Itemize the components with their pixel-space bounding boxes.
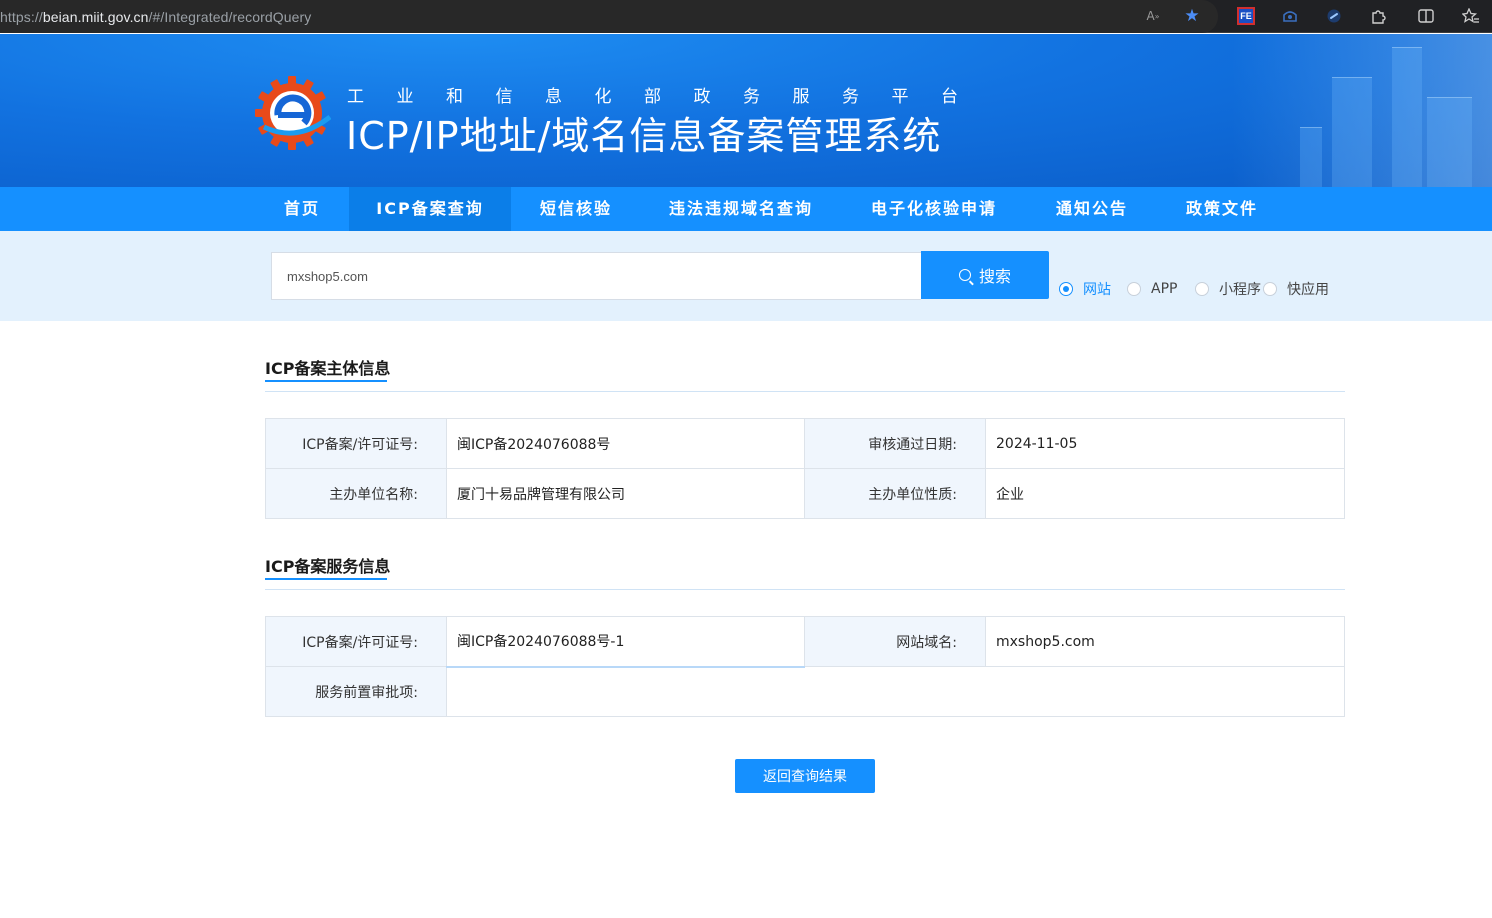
banner-building — [1392, 47, 1422, 187]
favorite-star-icon[interactable]: ★ — [1182, 6, 1202, 26]
organizer-name-label: 主办单位名称: — [265, 468, 447, 519]
service-section-title: ICP备案服务信息 — [265, 557, 391, 576]
split-screen-icon[interactable] — [1416, 6, 1436, 26]
radio-label: 网站 — [1083, 282, 1111, 298]
search-input[interactable] — [271, 252, 921, 300]
section-title-underline — [265, 380, 387, 382]
search-area: 搜索 网站 APP 小程序 快应用 — [0, 231, 1492, 321]
license-number-label: ICP备案/许可证号: — [265, 418, 447, 469]
section-title-underline — [265, 578, 387, 580]
pre-approval-items-label: 服务前置审批项: — [265, 666, 447, 717]
nav-item-home[interactable]: 首页 — [271, 187, 333, 231]
radio-label: 快应用 — [1287, 282, 1329, 298]
radio-label: APP — [1151, 281, 1178, 297]
banner-subtitle: 工业和信息化部政务服务平台 — [347, 87, 991, 107]
extensions-puzzle-icon[interactable] — [1368, 6, 1388, 26]
organizer-name-value: 厦门十易品牌管理有限公司 — [446, 468, 805, 519]
extension-icon[interactable] — [1280, 6, 1300, 26]
nav-item-announcements[interactable]: 通知公告 — [1043, 187, 1141, 231]
nav-item-sms-verify[interactable]: 短信核验 — [527, 187, 625, 231]
radio-dot — [1195, 282, 1209, 296]
service-info-table: ICP备案/许可证号: 闽ICP备2024076088号-1 网站域名: mxs… — [265, 616, 1345, 717]
radio-quick-app[interactable]: 快应用 — [1263, 279, 1329, 299]
banner-building — [1300, 127, 1322, 187]
section-divider — [265, 391, 1345, 392]
radio-dot — [1127, 282, 1141, 296]
read-aloud-icon[interactable]: A» — [1143, 6, 1163, 26]
website-domain-value: mxshop5.com — [985, 616, 1345, 667]
main-nav: 首页 ICP备案查询 短信核验 违法违规域名查询 电子化核验申请 通知公告 政策… — [0, 187, 1492, 231]
banner-building — [1332, 77, 1372, 187]
radio-dot — [1263, 282, 1277, 296]
nav-item-e-verify-apply[interactable]: 电子化核验申请 — [858, 187, 1010, 231]
url-path: /#/Integrated/recordQuery — [148, 8, 312, 25]
search-button[interactable]: 搜索 — [921, 251, 1049, 299]
radio-website[interactable]: 网站 — [1059, 279, 1111, 299]
browser-toolbar: https://beian.miit.gov.cn/#/Integrated/r… — [0, 0, 1492, 33]
section-divider — [265, 589, 1345, 590]
banner-building — [1427, 97, 1472, 187]
address-bar[interactable]: https://beian.miit.gov.cn/#/Integrated/r… — [0, 0, 1218, 33]
subject-info-table: ICP备案/许可证号: 闽ICP备2024076088号 审核通过日期: 202… — [265, 418, 1345, 519]
url-host: beian.miit.gov.cn — [42, 8, 149, 25]
url-scheme: https:// — [0, 8, 43, 25]
ministry-logo-icon — [255, 76, 331, 150]
table-row: 主办单位名称: 厦门十易品牌管理有限公司 主办单位性质: 企业 — [265, 468, 1345, 519]
website-domain-label: 网站域名: — [804, 616, 986, 667]
service-license-number-label: ICP备案/许可证号: — [265, 616, 447, 667]
site-title: ICP/IP地址/域名信息备案管理系统 — [346, 114, 942, 158]
nav-item-illegal-domain-query[interactable]: 违法违规域名查询 — [655, 187, 827, 231]
radio-label: 小程序 — [1219, 282, 1261, 298]
table-row: ICP备案/许可证号: 闽ICP备2024076088号 审核通过日期: 202… — [265, 418, 1345, 469]
search-button-label: 搜索 — [978, 269, 1011, 286]
approval-date-label: 审核通过日期: — [804, 418, 986, 469]
radio-mini-program[interactable]: 小程序 — [1195, 279, 1261, 299]
organizer-type-value: 企业 — [985, 468, 1345, 519]
service-license-number-value: 闽ICP备2024076088号-1 — [446, 616, 805, 668]
table-row: 服务前置审批项: — [265, 666, 1345, 717]
organizer-type-label: 主办单位性质: — [804, 468, 986, 519]
fe-extension-icon[interactable]: FE — [1237, 7, 1255, 25]
nav-item-icp-query[interactable]: ICP备案查询 — [349, 187, 511, 231]
back-to-results-button[interactable]: 返回查询结果 — [735, 759, 875, 793]
nav-item-policy-docs[interactable]: 政策文件 — [1173, 187, 1271, 231]
radio-app[interactable]: APP — [1127, 279, 1177, 299]
search-icon — [958, 269, 971, 281]
subject-section-title: ICP备案主体信息 — [265, 359, 391, 378]
license-number-value: 闽ICP备2024076088号 — [446, 418, 805, 469]
header-banner: 工业和信息化部政务服务平台 ICP/IP地址/域名信息备案管理系统 — [0, 34, 1492, 187]
address-bar-url[interactable]: https://beian.miit.gov.cn/#/Integrated/r… — [0, 9, 311, 25]
favorites-icon[interactable] — [1461, 6, 1481, 26]
pre-approval-items-value — [446, 666, 1345, 717]
link-extension-icon[interactable] — [1324, 6, 1344, 26]
approval-date-value: 2024-11-05 — [985, 418, 1345, 469]
table-row: ICP备案/许可证号: 闽ICP备2024076088号-1 网站域名: mxs… — [265, 616, 1345, 668]
radio-dot — [1059, 282, 1073, 296]
